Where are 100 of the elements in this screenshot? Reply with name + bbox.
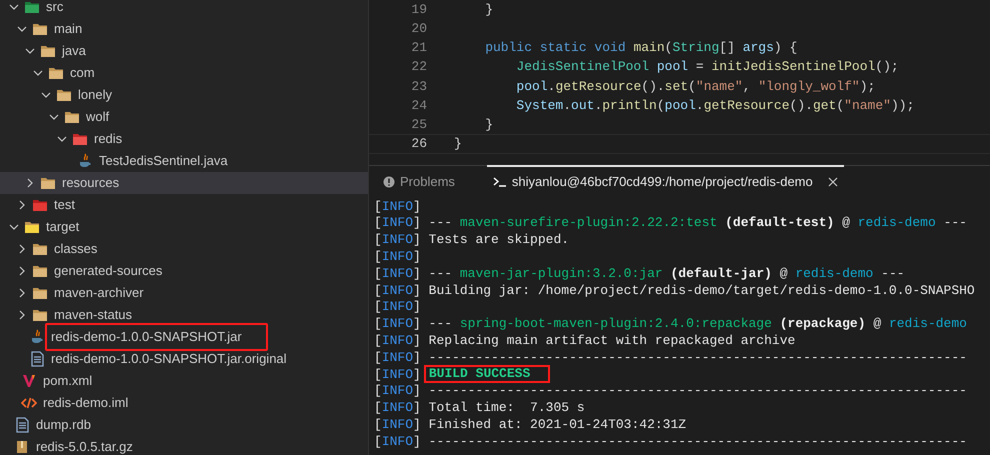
tree-item[interactable]: com [0,62,368,84]
code-line: } [484,116,494,134]
folder-icon [32,22,48,36]
archive-icon [15,440,29,454]
log-level: [INFO] [374,231,421,250]
document-icon [30,351,44,367]
log-text: redis-demo [888,315,967,334]
code-line: System.out.println(pool.getResource().get("name")); [515,96,914,115]
log-text: Total time: 7.305 s [428,399,585,418]
file-name: TestJedisSentinel.java [99,152,228,170]
log-text: Replacing main artifact with repackaged archive [428,332,796,350]
tree-item[interactable]: target [0,216,368,238]
log-level: [INFO] [374,366,421,384]
close-icon[interactable] [828,177,838,187]
file-name: dump.rdb [36,416,91,434]
log-level: [INFO] [374,399,421,418]
tree-item[interactable]: classes [0,238,368,260]
log-text: --- [428,214,454,232]
folder-icon [40,44,56,58]
folder-icon [56,88,72,102]
log-level: [INFO] [374,416,421,434]
file-name: redis-demo-1.0.0-SNAPSHOT.jar.original [51,350,287,368]
log-level: [INFO] [374,298,421,316]
log-text: (repackage) [778,315,866,334]
log-text: --- [428,315,454,334]
tree-item[interactable]: redis-5.0.5.tar.gz [0,436,368,455]
file-name: pom.xml [43,372,92,390]
log-level: [INFO] [374,282,421,300]
log-text: @ [778,264,789,283]
folder-icon [24,220,40,234]
log-level: [INFO] [374,348,421,367]
line-number: 26 [410,135,427,154]
code-line: } [484,0,494,19]
tree-item[interactable]: maven-status [0,304,368,326]
log-level: [INFO] [374,214,421,232]
log-level: [INFO] [374,332,421,350]
tree-item[interactable]: java [0,40,368,62]
panel-tab[interactable]: Problems [377,165,461,197]
log-text: (default-test) [724,214,834,232]
log-text: maven-surefire-plugin:2.22.2:test [460,214,718,232]
log-level: [INFO] [374,315,421,334]
log-text: redis-demo [858,214,936,232]
line-number: 20 [410,20,427,38]
tree-item[interactable]: wolf [0,106,368,128]
file-name: wolf [86,108,110,126]
file-name: lonely [78,86,112,104]
log-text: redis-demo [795,264,874,283]
folder-icon [32,198,48,212]
file-name: com [70,64,95,82]
folder-icon [32,264,48,278]
tree-item[interactable]: resources [0,172,368,194]
tree-item[interactable]: redis-demo.iml [0,392,368,414]
tree-item[interactable]: generated-sources [0,260,368,282]
document-icon [16,417,28,433]
folder-icon [48,66,64,80]
log-text: --------------------------------------------------------------------- [428,348,967,367]
folder-icon [32,242,48,256]
tree-item[interactable]: pom.xml [0,370,368,392]
file-name: maven-status [54,306,132,324]
log-text: Tests are skipped. [428,231,570,250]
log-level: [INFO] [374,198,421,216]
folder-icon [72,132,88,146]
log-text: spring-boot-maven-plugin:2.4.0:repackage [460,315,772,334]
coffee-cup-icon [30,329,44,345]
v-logo-icon [22,374,36,388]
file-name: redis-demo.iml [43,394,128,412]
log-text: Building jar: /home/project/redis-demo/target/redis-demo-1.0.0-SNAPSHO [428,282,975,300]
tree-item[interactable]: TestJedisSentinel.java [0,150,368,172]
log-text: --------------------------------------------------------------------- [428,382,967,400]
file-name: maven-archiver [54,284,144,302]
tree-item[interactable]: redis-demo-1.0.0-SNAPSHOT.jar.original [0,348,368,370]
tree-item[interactable]: maven-archiver [0,282,368,304]
log-text: @ [841,214,851,232]
tree-item[interactable]: dump.rdb [0,414,368,436]
log-text: maven-jar-plugin:3.2.0:jar [460,264,663,283]
log-text: @ [872,315,882,334]
folder-icon [64,110,80,124]
log-text: (default-jar) [670,264,772,283]
tree-item[interactable]: lonely [0,84,368,106]
file-name: test [54,196,75,214]
log-text: --------------------------------------------------------------------- [428,432,967,451]
folder-icon [32,308,48,322]
file-name: redis-5.0.5.tar.gz [36,438,133,455]
tree-item[interactable]: main [0,18,368,40]
folder-icon [32,286,48,300]
line-number: 25 [410,116,427,134]
code-line: pool.getResource().set("name", "longly_wolf"); [515,78,876,96]
tree-item[interactable]: src [0,0,368,18]
coffee-cup-icon [78,153,92,169]
line-number: 22 [410,58,427,76]
file-name: target [46,218,80,236]
tree-item[interactable]: redis-demo-1.0.0-SNAPSHOT.jar [0,326,368,348]
file-name: redis [94,130,122,148]
tree-item[interactable]: redis [0,128,368,150]
tree-item[interactable]: test [0,194,368,216]
file-name: main [54,20,82,38]
terminal-icon [492,176,507,188]
log-level: [INFO] [374,432,421,451]
log-text: BUILD SUCCESS [424,365,550,384]
log-text: --- [880,264,905,283]
